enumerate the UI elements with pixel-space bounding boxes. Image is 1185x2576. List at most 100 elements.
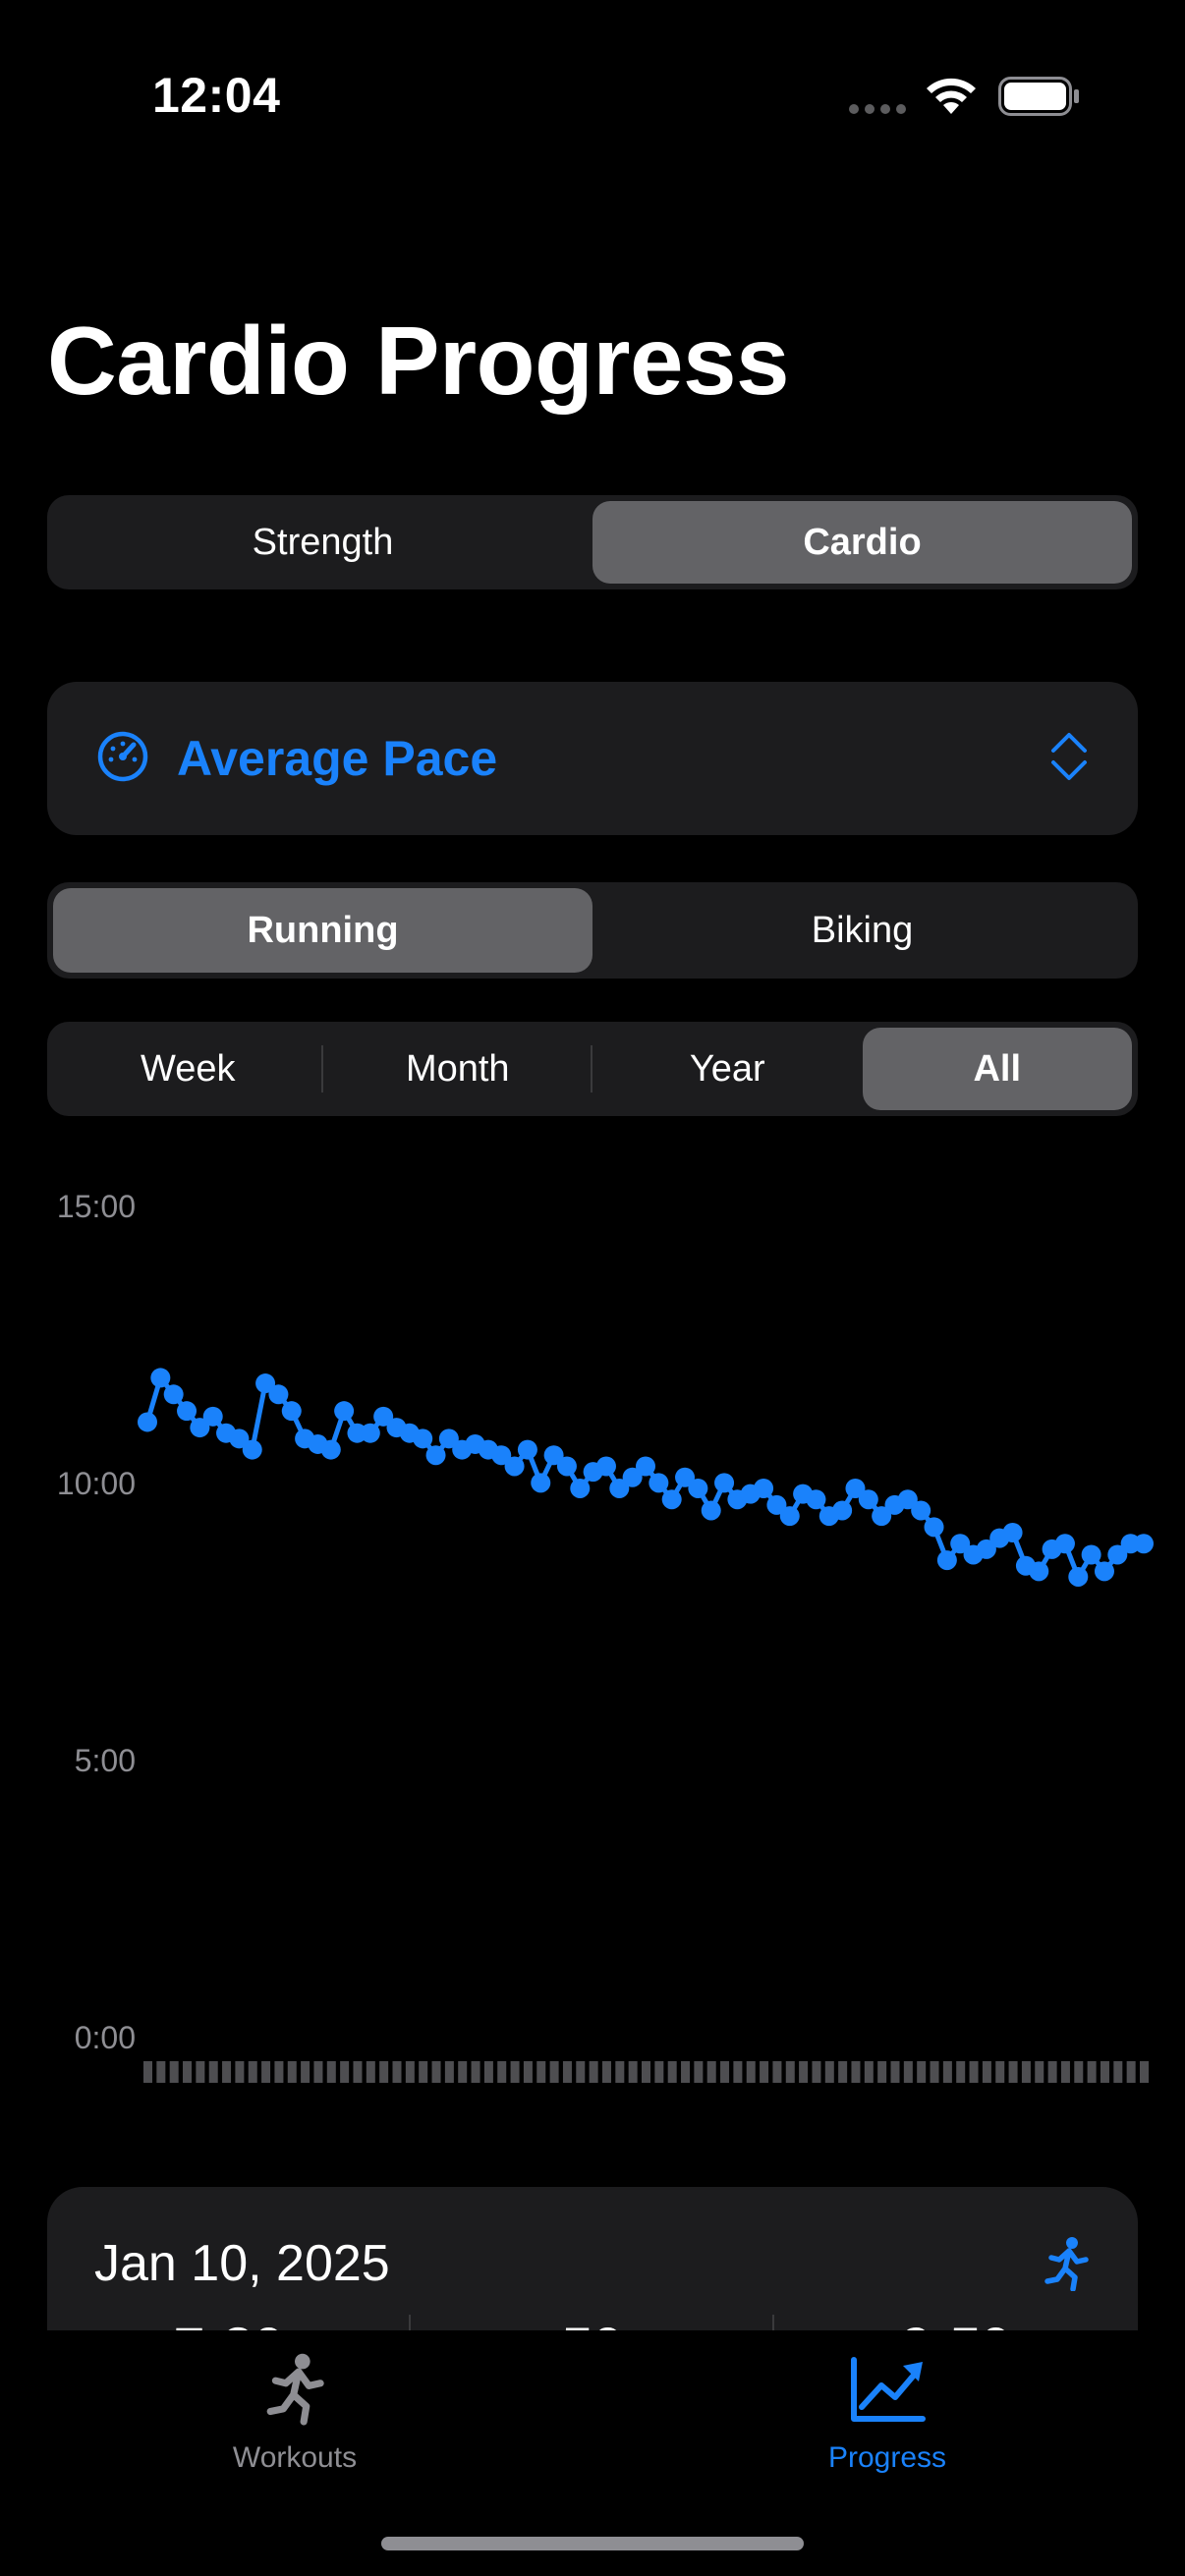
tab-week[interactable]: Week [53,1028,323,1110]
data-point [570,1478,591,1498]
tab-all[interactable]: All [862,1028,1132,1110]
data-point [701,1500,721,1521]
data-point [754,1478,774,1498]
x-axis-labels [143,2061,1149,2083]
data-point [1068,1566,1089,1587]
x-tick-mark [510,2061,520,2083]
tab-cardio[interactable]: Cardio [592,501,1132,584]
x-tick-mark [497,2061,507,2083]
data-point [281,1401,302,1422]
data-point [806,1489,826,1510]
data-point [1081,1544,1101,1565]
data-point [858,1489,878,1510]
x-tick-mark [471,2061,480,2083]
tab-strength[interactable]: Strength [53,501,592,584]
tab-bar-workouts[interactable]: Workouts [147,2350,442,2475]
x-tick-mark [261,2061,271,2083]
x-tick-mark [392,2061,402,2083]
data-point [413,1428,433,1449]
x-tick-mark [536,2061,546,2083]
x-tick-mark [654,2061,664,2083]
x-tick-mark [1047,2061,1057,2083]
tab-bar-progress[interactable]: Progress [740,2350,1035,2475]
x-tick-mark [483,2061,493,2083]
running-figure-icon [265,2350,324,2432]
x-tick-mark [681,2061,691,2083]
cellular-signal-icon [849,104,906,114]
cardio-progress-screen: 12:04 Cardio Progress Strength Cardio Av… [0,0,1185,2576]
x-tick-mark [877,2061,887,2083]
data-point [1002,1522,1023,1542]
x-tick-mark [615,2061,625,2083]
tab-year[interactable]: Year [592,1028,863,1110]
x-tick-mark [982,2061,991,2083]
x-tick-mark [1100,2061,1109,2083]
x-tick-mark [1035,2061,1044,2083]
detail-date: Jan 10, 2025 [94,2235,390,2292]
x-tick-mark [1113,2061,1123,2083]
x-tick-mark [785,2061,795,2083]
mode-segmented-control: Strength Cardio [47,495,1138,589]
data-point [636,1456,655,1477]
x-tick-mark [930,2061,939,2083]
data-point [661,1489,682,1510]
x-tick-mark [956,2061,966,2083]
data-point [595,1456,616,1477]
data-point [268,1384,289,1405]
x-tick-mark [733,2061,743,2083]
x-tick-mark [576,2061,586,2083]
status-time: 12:04 [152,68,281,123]
metric-label: Average Pace [177,731,498,786]
x-tick-mark [340,2061,350,2083]
data-point [556,1456,577,1477]
data-point [1134,1534,1154,1554]
gauge-icon [96,730,149,788]
x-tick-mark [1060,2061,1070,2083]
series-points [138,1368,1154,1587]
x-tick-mark [601,2061,611,2083]
x-tick-mark [235,2061,245,2083]
page-title: Cardio Progress [47,307,789,415]
x-tick-mark [1140,2061,1149,2083]
range-segmented-control: Week Month Year All [47,1022,1138,1116]
x-tick-mark [523,2061,533,2083]
x-tick-mark [706,2061,716,2083]
tab-running[interactable]: Running [53,888,592,973]
x-tick-mark [458,2061,468,2083]
metric-picker[interactable]: Average Pace [47,682,1138,835]
x-tick-mark [208,2061,218,2083]
x-tick-mark [562,2061,572,2083]
x-tick-mark [890,2061,900,2083]
data-point [320,1439,341,1460]
x-tick-mark [196,2061,205,2083]
x-tick-mark [183,2061,193,2083]
x-tick-mark [1074,2061,1084,2083]
data-point [138,1412,157,1432]
x-tick-mark [942,2061,952,2083]
x-tick-mark [1021,2061,1031,2083]
x-tick-mark [589,2061,598,2083]
battery-icon [998,77,1081,121]
pace-chart[interactable]: 15:00 10:00 5:00 0:00 [0,1169,1185,2112]
home-indicator[interactable] [381,2537,804,2550]
data-point [1029,1561,1049,1582]
x-tick-mark [379,2061,389,2083]
x-tick-mark [366,2061,375,2083]
data-point [242,1439,262,1460]
x-tick-mark [772,2061,782,2083]
x-tick-mark [903,2061,913,2083]
running-figure-icon [1044,2236,1089,2296]
tab-biking[interactable]: Biking [592,888,1132,973]
x-tick-mark [1008,2061,1018,2083]
x-tick-mark [838,2061,848,2083]
x-tick-mark [405,2061,415,2083]
wifi-icon [924,75,979,121]
data-point [1094,1561,1114,1582]
data-point [531,1473,551,1493]
x-tick-mark [1087,2061,1097,2083]
tab-month[interactable]: Month [323,1028,592,1110]
data-point [150,1368,171,1388]
data-point [1054,1534,1075,1554]
x-tick-mark [444,2061,454,2083]
chevron-up-down-icon [1049,729,1089,789]
